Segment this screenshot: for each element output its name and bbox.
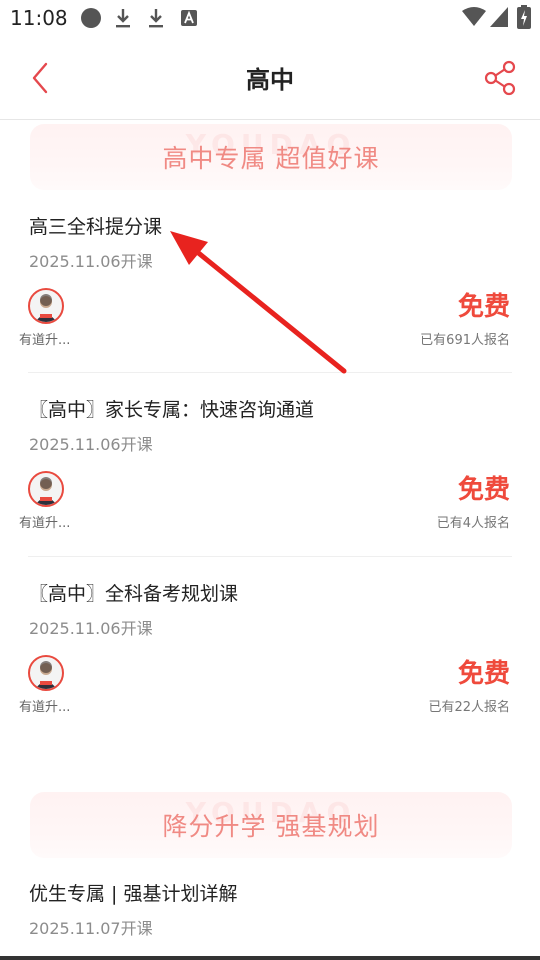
nav-bar-edge — [0, 956, 540, 960]
annotation-arrow — [170, 231, 347, 374]
